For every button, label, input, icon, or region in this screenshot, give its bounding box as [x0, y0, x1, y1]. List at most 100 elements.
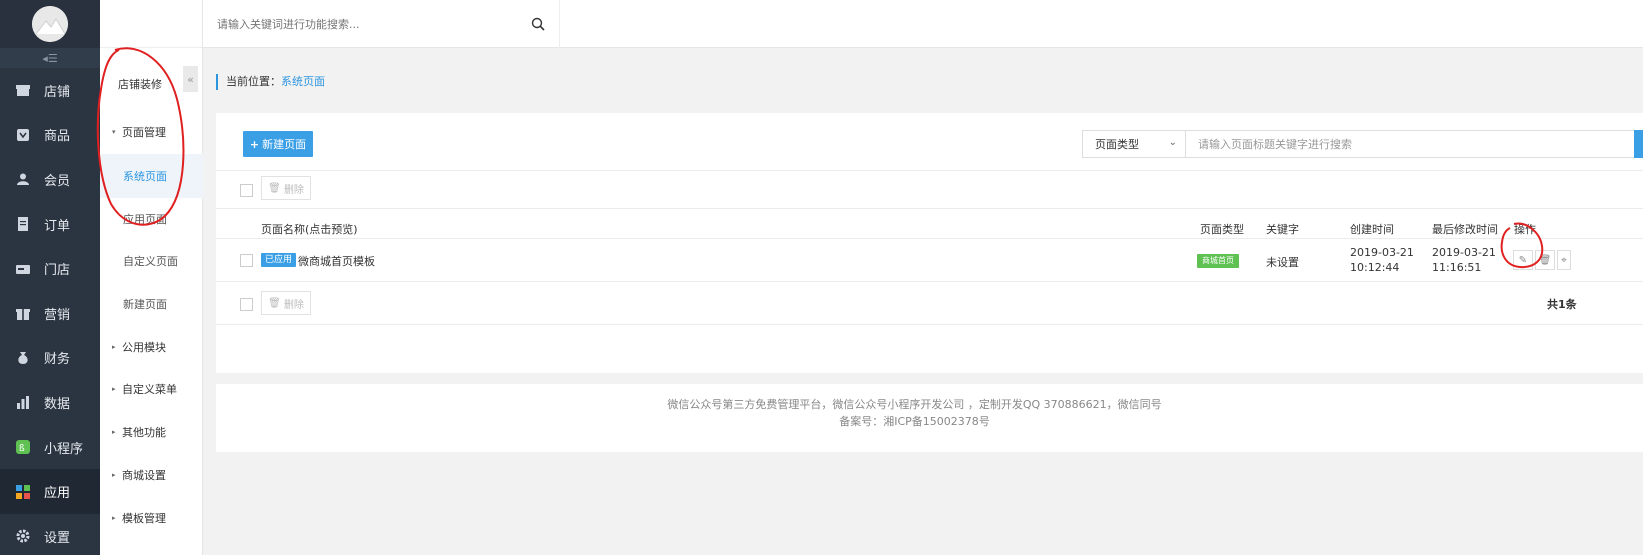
select-all-checkbox-bottom[interactable]: [240, 298, 253, 311]
divider: [216, 324, 1643, 325]
marketing-icon: [16, 309, 30, 321]
submenu-collapse-button[interactable]: «: [183, 66, 198, 92]
sub-item-template-management[interactable]: ▸ 模板管理: [100, 496, 203, 540]
bar-chart-icon: [17, 396, 29, 410]
more-button[interactable]: ⌖: [1557, 250, 1571, 270]
page-type-select[interactable]: 页面类型 ⌄: [1082, 130, 1186, 158]
modified-date: 2019-03-21: [1432, 246, 1496, 259]
delete-button-bottom[interactable]: 🗑 删除: [261, 291, 311, 315]
sub-item-label: 新建页面: [123, 298, 167, 311]
nav-item-label: 应用: [44, 486, 71, 502]
function-search-input[interactable]: [217, 14, 517, 34]
row-checkbox[interactable]: [240, 254, 253, 267]
col-header-keyword: 关键字: [1266, 223, 1299, 236]
trash-icon: 🗑: [268, 182, 281, 194]
order-icon: [18, 217, 28, 232]
footer: 微信公众号第三方免费管理平台，微信公众号小程序开发公司 ，定制开发QQ 3708…: [216, 384, 1643, 452]
nav-item-label: 会员: [44, 173, 71, 189]
col-header-type: 页面类型: [1200, 223, 1244, 236]
nav-item-label: 门店: [44, 263, 71, 279]
sub-item-label: 自定义页面: [123, 255, 178, 268]
sidebar-collapse-button[interactable]: ◂☰: [0, 48, 100, 68]
sub-item-label: 公用模块: [122, 341, 166, 354]
page-list-panel: + 新建页面 页面类型 ⌄ 请输入页面标题关键字进行搜索 🗑 删除 页面名称(点…: [216, 113, 1643, 373]
sub-sidebar-title: 店铺装修: [118, 78, 162, 91]
trash-icon: 🗑: [1538, 254, 1552, 266]
page-search-button[interactable]: [1634, 130, 1643, 158]
sub-item-new-page[interactable]: 新建页面: [100, 282, 203, 326]
chevron-down-icon: ⌄: [1168, 137, 1177, 148]
page-type-badge: 商城首页: [1197, 254, 1239, 268]
caret-right-icon: ▸: [112, 514, 116, 522]
page-name-link[interactable]: 微商城首页模板: [298, 253, 375, 269]
page-type-select-value: 页面类型: [1095, 138, 1139, 151]
nav-item-shop[interactable]: 门店: [0, 246, 100, 291]
nav-item-store[interactable]: 店铺: [0, 68, 100, 113]
delete-label: 删除: [283, 184, 304, 196]
select-all-checkbox-top[interactable]: [240, 184, 253, 197]
page-search-placeholder: 请输入页面标题关键字进行搜索: [1198, 138, 1352, 151]
delete-button-top[interactable]: 🗑 删除: [261, 176, 311, 200]
caret-right-icon: ▸: [112, 343, 116, 351]
caret-right-icon: ▸: [112, 385, 116, 393]
nav-item-goods[interactable]: 商品: [0, 113, 100, 158]
sub-item-label: 其他功能: [122, 426, 166, 439]
sub-item-label: 应用页面: [123, 213, 167, 226]
nav-item-order[interactable]: 订单: [0, 202, 100, 247]
sub-item-page-management[interactable]: ▾ 页面管理: [100, 110, 203, 154]
top-bar: [100, 0, 1643, 48]
sub-item-label: 系统页面: [123, 170, 167, 183]
gear-icon: [16, 529, 30, 543]
sub-item-label: 商城设置: [122, 469, 166, 482]
sub-item-label: 自定义菜单: [122, 383, 177, 396]
col-header-actions: 操作: [1514, 223, 1536, 236]
nav-item-marketing[interactable]: 营销: [0, 291, 100, 336]
goods-icon: [17, 128, 29, 141]
search-icon[interactable]: [531, 17, 545, 31]
new-page-label: 新建页面: [262, 138, 307, 151]
page-search-input[interactable]: 请输入页面标题关键字进行搜索: [1186, 130, 1643, 158]
nav-item-label: 营销: [44, 307, 71, 323]
logo[interactable]: [32, 6, 68, 42]
nav-item-label: 商品: [44, 129, 71, 145]
nav-item-apps[interactable]: 应用: [0, 469, 100, 514]
caret-down-icon: ▾: [112, 128, 116, 136]
sub-item-custom-pages[interactable]: 自定义页面: [100, 239, 203, 283]
nav-item-label: 数据: [44, 396, 71, 412]
nav-item-label: 订单: [44, 218, 71, 234]
new-page-button[interactable]: + 新建页面: [243, 131, 313, 157]
caret-right-icon: ▸: [112, 471, 116, 479]
nav-item-member[interactable]: 会员: [0, 157, 100, 202]
mountain-logo-icon: [32, 6, 68, 42]
store-icon: [16, 85, 30, 97]
status-badge: 已应用: [261, 253, 297, 267]
sub-item-app-pages[interactable]: 应用页面: [100, 197, 203, 241]
sub-sidebar-top: [100, 0, 202, 48]
nav-item-label: 店铺: [44, 84, 71, 100]
money-bag-icon: [18, 351, 28, 364]
delete-label: 删除: [283, 299, 304, 311]
sub-item-label: 模板管理: [122, 512, 166, 525]
divider: [216, 281, 1643, 282]
sub-item-common-modules[interactable]: ▸ 公用模块: [100, 325, 203, 369]
caret-right-icon: ▸: [112, 428, 116, 436]
main-sidebar: ◂☰ 店铺 商品 会员 订单 门店 营销 财务 数据 ß 小程序 应用 设置: [0, 0, 100, 555]
col-header-name: 页面名称(点击预览): [261, 223, 358, 236]
nav-item-mini-program[interactable]: ß 小程序: [0, 425, 100, 470]
edit-button[interactable]: ✎: [1513, 250, 1533, 270]
delete-row-button[interactable]: 🗑: [1535, 250, 1555, 270]
col-header-modified: 最后修改时间: [1432, 223, 1498, 236]
breadcrumb: 当前位置：系统页面: [216, 74, 325, 90]
breadcrumb-current[interactable]: 系统页面: [281, 75, 325, 88]
sub-item-system-pages[interactable]: 系统页面: [100, 154, 203, 198]
nav-item-settings[interactable]: 设置: [0, 514, 100, 555]
user-icon: [17, 173, 29, 186]
sub-item-label: 页面管理: [122, 126, 166, 139]
nav-item-finance[interactable]: 财务: [0, 336, 100, 381]
logo-area: [0, 0, 100, 48]
plus-icon: +: [249, 137, 260, 151]
keyword-cell: 未设置: [1266, 256, 1299, 269]
nav-item-label: 小程序: [44, 441, 84, 457]
sub-item-mall-settings[interactable]: ▸ 商城设置: [100, 453, 203, 497]
nav-item-data[interactable]: 数据: [0, 380, 100, 425]
